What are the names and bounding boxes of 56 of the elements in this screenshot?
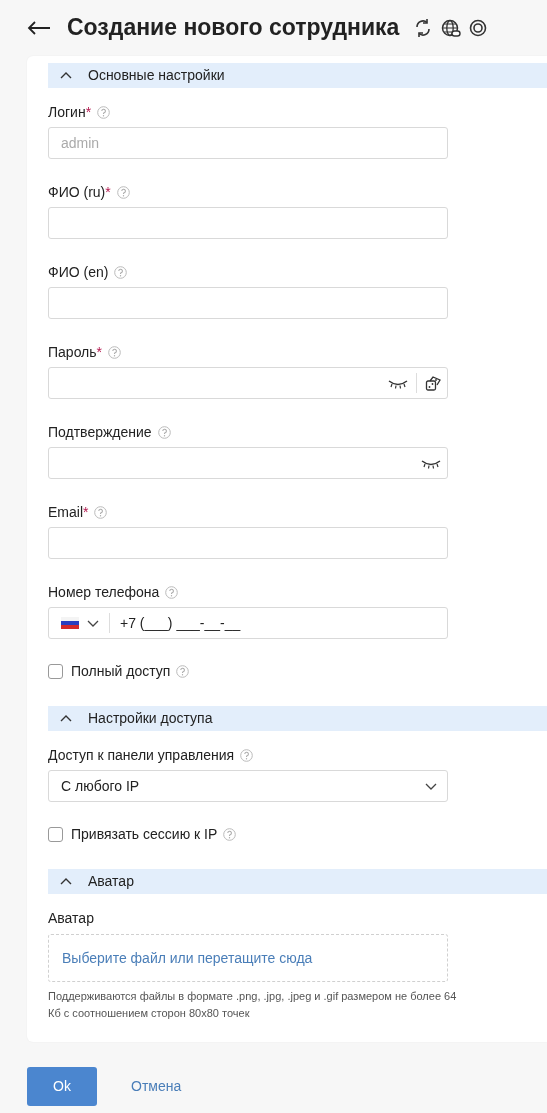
section-header[interactable]: Аватар (48, 869, 547, 894)
back-arrow-icon[interactable] (27, 20, 51, 36)
lifebuoy-icon[interactable] (469, 19, 488, 37)
select-field[interactable]: С любого IP (48, 770, 448, 802)
help-icon[interactable] (97, 105, 111, 119)
page-title: Создание нового сотрудника (67, 14, 400, 42)
section-header[interactable]: Основные настройки (48, 63, 547, 88)
collapse-chevron-icon[interactable] (60, 714, 72, 723)
checkbox[interactable] (48, 663, 63, 679)
globe-link-icon[interactable] (441, 18, 462, 38)
help-icon[interactable] (176, 664, 190, 678)
help-icon[interactable] (157, 425, 171, 439)
field-label: Подтверждение (48, 423, 152, 442)
chevron-down-icon[interactable] (425, 781, 437, 791)
required-mark: * (105, 183, 111, 202)
help-icon[interactable] (165, 585, 179, 599)
help-icon[interactable] (108, 345, 122, 359)
password-field[interactable] (48, 447, 448, 479)
checkbox-label: Привязать сессию к IP (71, 825, 218, 844)
phone-field[interactable]: +7 (___) ___-__-__ (48, 607, 448, 639)
field-label: Пароль (48, 343, 97, 362)
field-label: Аватар (48, 909, 94, 928)
input-field[interactable] (48, 527, 448, 559)
help-icon[interactable] (114, 265, 128, 279)
flag-icon (61, 617, 79, 629)
cancel-link[interactable]: Отмена (131, 1076, 182, 1097)
checkbox-label: Полный доступ (71, 662, 171, 681)
help-icon[interactable] (223, 827, 237, 841)
country-select[interactable] (61, 617, 99, 629)
eye-closed-icon[interactable] (388, 377, 408, 389)
section-header[interactable]: Настройки доступа (48, 706, 547, 731)
required-mark: * (83, 503, 89, 522)
checkbox[interactable] (48, 826, 63, 842)
input-field[interactable]: admin (48, 127, 448, 159)
password-field[interactable] (48, 367, 448, 399)
collapse-chevron-icon[interactable] (60, 877, 72, 886)
input-field[interactable] (48, 287, 448, 319)
input-field[interactable] (48, 207, 448, 239)
field-label: Логин (48, 103, 86, 122)
help-icon[interactable] (94, 505, 108, 519)
collapse-chevron-icon[interactable] (60, 71, 72, 80)
field-label: ФИО (en) (48, 263, 109, 282)
help-icon[interactable] (240, 748, 254, 762)
ok-button[interactable]: Ok (27, 1067, 97, 1106)
help-icon[interactable] (116, 185, 130, 199)
field-label: Email (48, 503, 83, 522)
dice-icon[interactable] (425, 375, 441, 391)
chevron-down-icon[interactable] (87, 618, 99, 628)
eye-closed-icon[interactable] (421, 457, 441, 469)
required-mark: * (96, 343, 103, 362)
hint-text: Поддерживаются файлы в формате .png, .jpg, .jpeg и .gif размером не более 64 Кб с соотношением сторон 80x80 точек (48, 989, 458, 1021)
required-mark: * (85, 103, 92, 122)
field-label: Доступ к панели управления (48, 746, 235, 765)
field-label: Номер телефона (48, 583, 160, 602)
field-label: ФИО (ru) (48, 183, 106, 202)
file-dropzone[interactable]: Выберите файл или перетащите сюда (48, 934, 448, 982)
